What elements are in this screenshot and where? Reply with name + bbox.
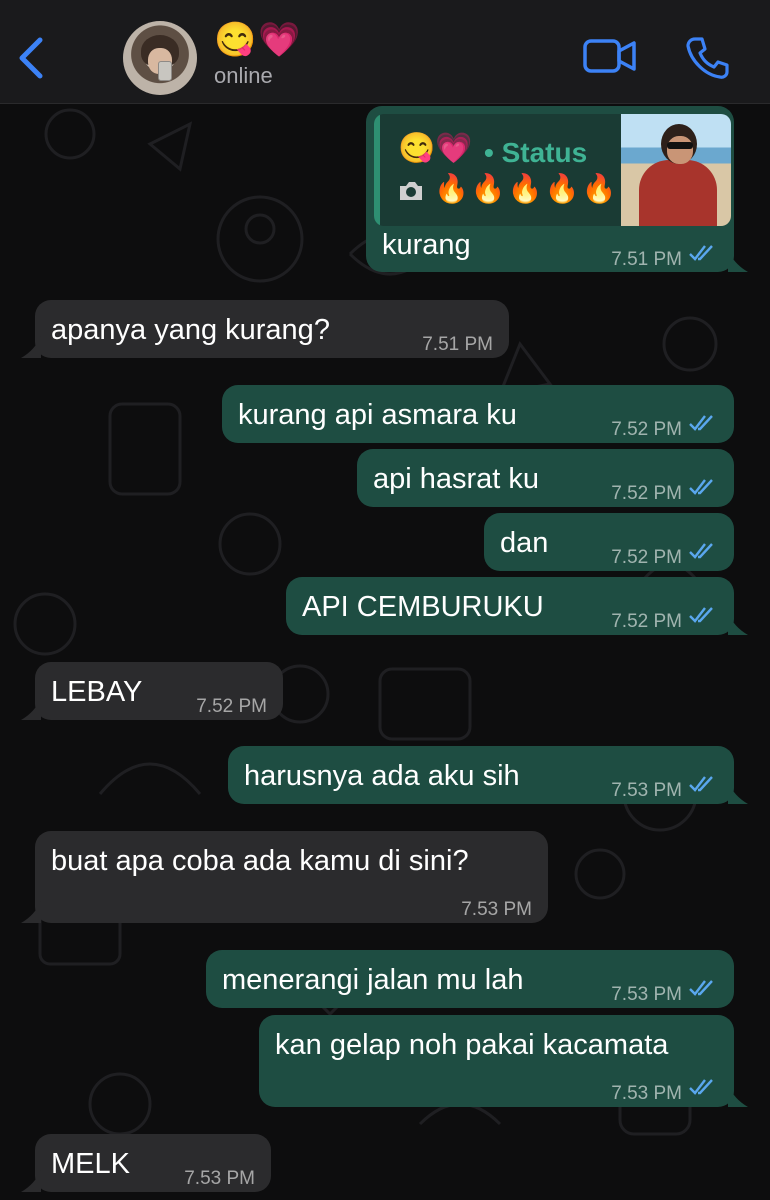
message-bubble-outgoing[interactable]: 😋💗 • Status 🔥🔥🔥🔥🔥 kurang 7.51 PM <box>366 106 748 272</box>
message-bubble-incoming[interactable]: buat apa coba ada kamu di sini? 7.53 PM <box>21 831 548 923</box>
status-thumbnail[interactable] <box>621 114 731 226</box>
message-text: kurang api asmara ku <box>238 399 517 431</box>
message-bubble-outgoing[interactable]: harusnya ada aku sih 7.53 PM <box>228 746 748 804</box>
read-ticks-icon <box>689 479 713 495</box>
message-text: kurang <box>382 229 471 261</box>
message-time: 7.53 PM <box>461 899 532 920</box>
message-bubble-outgoing[interactable]: kan gelap noh pakai kacamata 7.53 PM <box>259 1015 748 1107</box>
read-ticks-icon <box>689 776 713 792</box>
message-bubble-incoming[interactable]: LEBAY 7.52 PM <box>21 662 283 720</box>
message-bubble-incoming[interactable]: apanya yang kurang? 7.51 PM <box>21 300 509 358</box>
read-ticks-icon <box>689 607 713 623</box>
message-text: menerangi jalan mu lah <box>222 964 524 996</box>
read-ticks-icon <box>689 245 713 261</box>
message-time: 7.51 PM <box>611 249 682 270</box>
message-time: 7.51 PM <box>422 334 493 355</box>
message-text: dan <box>500 527 549 559</box>
message-bubble-outgoing[interactable]: menerangi jalan mu lah 7.53 PM <box>206 950 734 1008</box>
message-text: MELK <box>51 1148 130 1180</box>
message-time: 7.52 PM <box>196 696 267 717</box>
quoted-status-reply[interactable]: 😋💗 • Status 🔥🔥🔥🔥🔥 <box>374 114 731 226</box>
contact-avatar[interactable] <box>123 21 197 95</box>
message-time: 7.52 PM <box>611 483 682 504</box>
read-ticks-icon <box>689 1079 713 1095</box>
message-bubble-incoming[interactable]: MELK 7.53 PM <box>21 1134 271 1192</box>
quoted-emojis: 😋💗 <box>398 132 473 165</box>
chat-area[interactable]: 😋💗 • Status 🔥🔥🔥🔥🔥 kurang 7.51 PM apanya … <box>0 104 770 1200</box>
read-ticks-icon <box>689 415 713 431</box>
message-text: buat apa coba ada kamu di sini? <box>51 845 469 877</box>
message-bubble-outgoing[interactable]: api hasrat ku 7.52 PM <box>357 449 734 507</box>
fire-emojis: 🔥🔥🔥🔥🔥 <box>434 173 619 204</box>
message-time: 7.53 PM <box>611 1083 682 1104</box>
message-time: 7.52 PM <box>611 547 682 568</box>
read-ticks-icon <box>689 543 713 559</box>
message-bubble-outgoing[interactable]: kurang api asmara ku 7.52 PM <box>222 385 734 443</box>
message-time: 7.53 PM <box>184 1168 255 1189</box>
message-time: 7.52 PM <box>611 419 682 440</box>
status-label: • Status <box>484 137 588 168</box>
chevron-left-icon[interactable] <box>14 34 50 82</box>
message-text: API CEMBURUKU <box>302 591 544 623</box>
message-time: 7.53 PM <box>611 780 682 801</box>
video-call-icon[interactable] <box>583 38 637 74</box>
message-time: 7.52 PM <box>611 611 682 632</box>
message-bubble-outgoing[interactable]: API CEMBURUKU 7.52 PM <box>286 577 748 635</box>
camera-icon <box>400 182 422 200</box>
chat-header: 😋💗 online <box>0 0 770 104</box>
message-text: harusnya ada aku sih <box>244 760 520 792</box>
message-bubble-outgoing[interactable]: dan 7.52 PM <box>484 513 734 571</box>
phone-icon[interactable] <box>685 36 729 80</box>
message-text: LEBAY <box>51 676 143 708</box>
message-time: 7.53 PM <box>611 984 682 1005</box>
message-text: apanya yang kurang? <box>51 314 330 346</box>
contact-name[interactable]: 😋💗 <box>214 18 303 62</box>
message-text: api hasrat ku <box>373 463 540 495</box>
contact-status: online <box>214 63 273 88</box>
read-ticks-icon <box>689 980 713 996</box>
message-text: kan gelap noh pakai kacamata <box>275 1029 669 1061</box>
